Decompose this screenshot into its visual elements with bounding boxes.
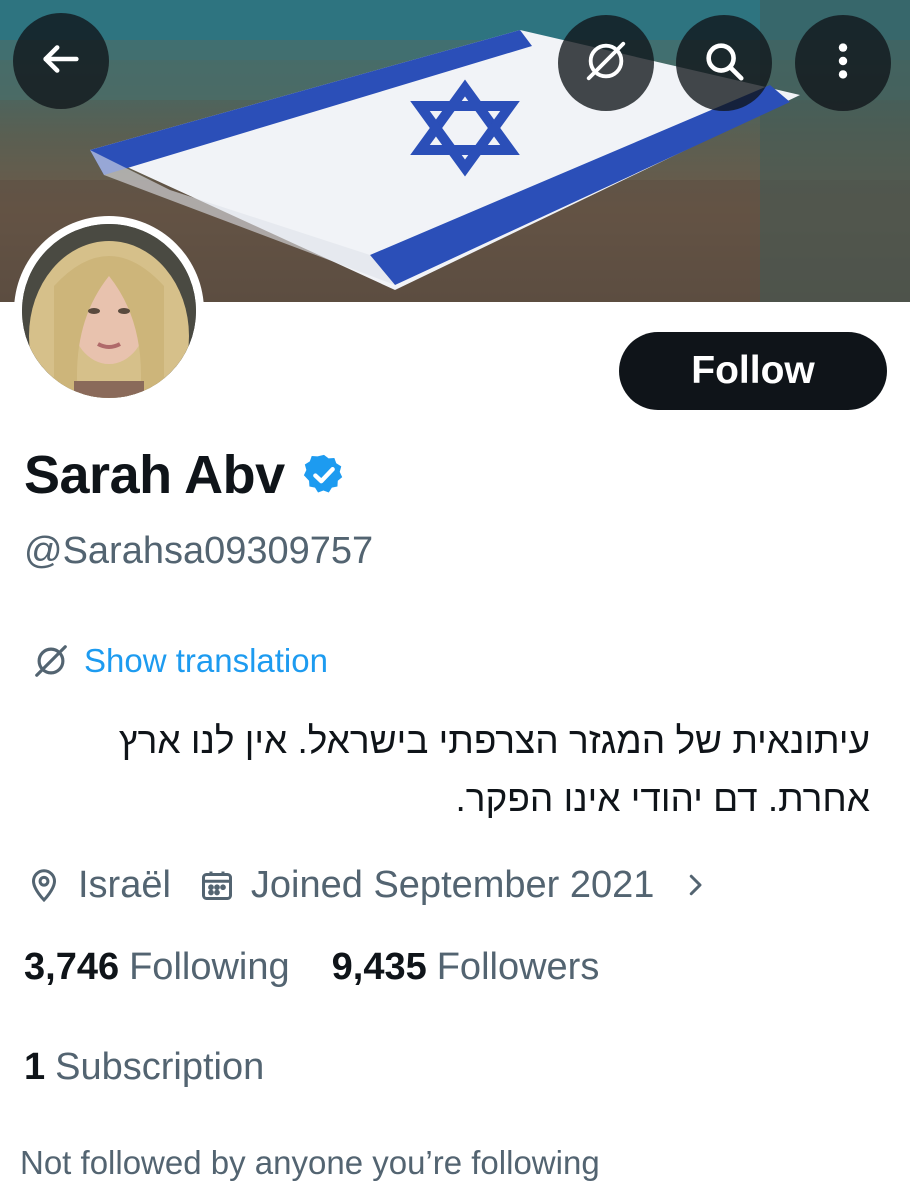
following-link[interactable]: 3,746 Following (24, 946, 290, 989)
show-translation-label: Show translation (84, 642, 328, 679)
profile-meta-row: Israël Joined September 2021 (26, 860, 710, 910)
translate-button[interactable] (558, 15, 654, 111)
arrow-left-icon (38, 36, 84, 87)
calendar-icon (199, 867, 235, 903)
subscription-label: Subscription (55, 1045, 265, 1088)
followers-count: 9,435 (331, 945, 427, 988)
profile-location: Israël (78, 863, 171, 906)
following-label: Following (129, 945, 290, 988)
location-pin-icon (26, 867, 62, 903)
username-handle: @Sarahsa09309757 (24, 530, 374, 572)
show-translation-link[interactable]: Show translation (32, 638, 328, 684)
follow-button[interactable]: Follow (619, 332, 887, 410)
subscriptions-link[interactable]: 1 Subscription (24, 1042, 264, 1092)
profile-bio: עיתונאית של המגזר הצרפתי בישראל. אין לנו… (10, 712, 870, 828)
display-name: Sarah Abv (24, 445, 285, 505)
avatar[interactable] (14, 216, 204, 406)
followers-link[interactable]: 9,435 Followers (332, 946, 600, 989)
verified-badge-icon[interactable] (301, 452, 347, 498)
search-button[interactable] (676, 15, 772, 111)
translate-globe-icon (583, 38, 629, 89)
followed-by-note: Not followed by anyone you’re following (20, 1144, 600, 1181)
following-count: 3,746 (24, 945, 120, 988)
translate-icon (32, 642, 70, 680)
search-icon (701, 38, 747, 89)
profile-name-row: Sarah Abv (24, 440, 347, 510)
followers-label: Followers (436, 945, 600, 988)
chevron-right-icon[interactable] (680, 870, 710, 900)
avatar-photo (22, 224, 196, 398)
bio-line: עיתונאית של המגזר הצרפתי בישראל. אין לנו… (118, 720, 870, 761)
follow-stats: 3,746 Following 9,435 Followers (24, 942, 599, 992)
bio-line: אחרת. דם יהודי אינו הפקר. (455, 778, 871, 819)
subscription-count: 1 (24, 1045, 46, 1088)
more-options-button[interactable] (795, 15, 891, 111)
profile-joined-date: Joined September 2021 (250, 863, 655, 906)
more-vertical-icon (820, 38, 866, 89)
back-button[interactable] (13, 13, 109, 109)
